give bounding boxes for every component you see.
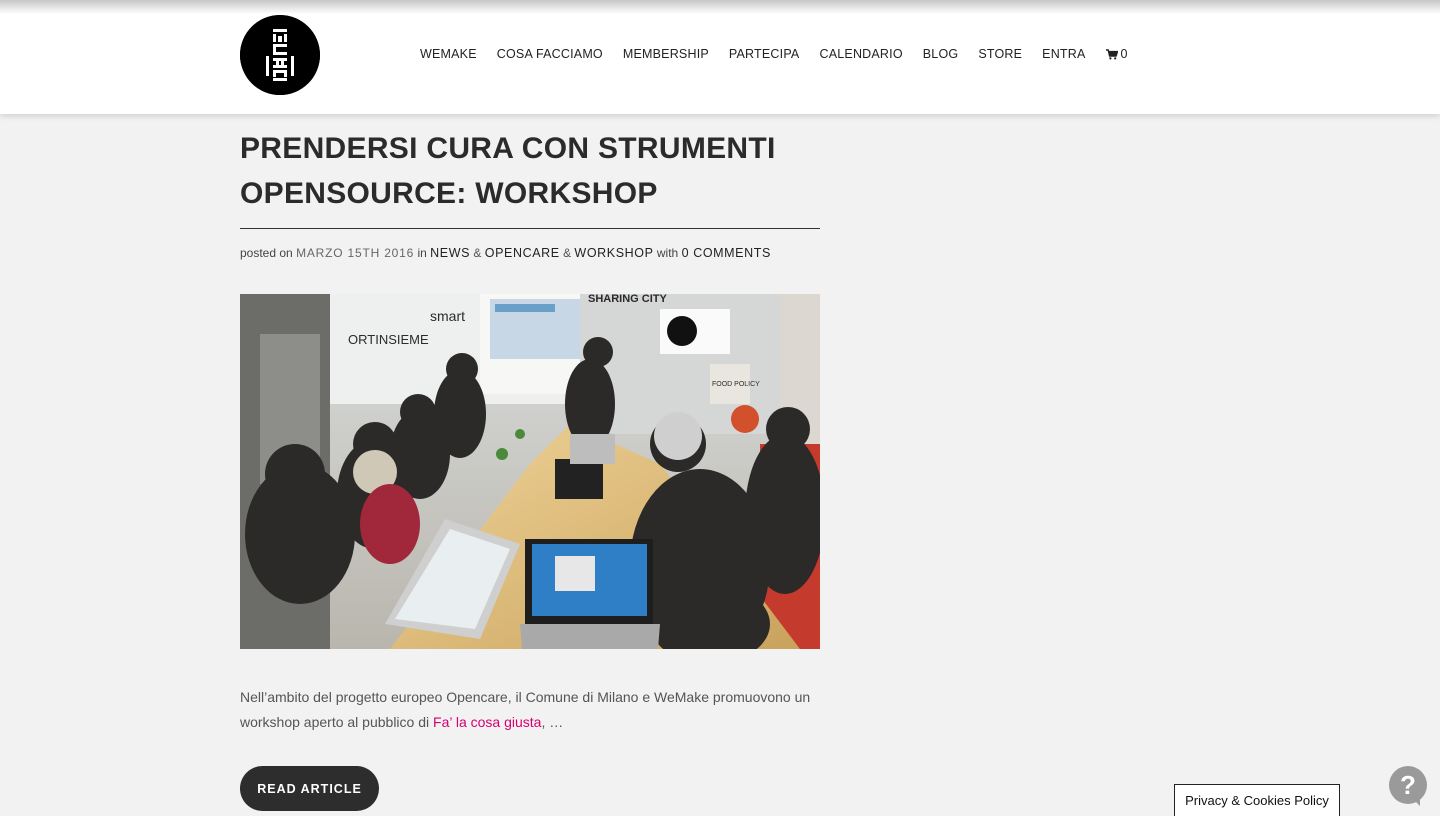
privacy-cookies-policy-button[interactable]: Privacy & Cookies Policy — [1174, 784, 1340, 816]
excerpt-link-fa-la-cosa-giusta[interactable]: Fa’ la cosa giusta — [433, 714, 541, 730]
post-title-line-2: OPENSOURCE: WORKSHOP — [240, 177, 658, 210]
help-icon[interactable]: ? — [1389, 766, 1427, 804]
nav-item-partecipa[interactable]: PARTECIPA — [729, 47, 800, 61]
nav-item-wemake[interactable]: WEMAKE — [420, 47, 477, 61]
sign-sharing-city: SHARING CITY — [588, 294, 668, 305]
main-nav: WEMAKE COSA FACCIAMO MEMBERSHIP PARTECIP… — [420, 47, 1128, 61]
meta-posted-on: posted on — [240, 246, 293, 260]
post-featured-image[interactable]: SHARING CITY smart ORTINSIEME FOOD POLIC… — [240, 294, 820, 649]
meta-with: with — [656, 246, 679, 260]
excerpt-ellipsis: , … — [541, 714, 564, 730]
cart-link[interactable]: 0 — [1105, 47, 1128, 61]
meta-ampersand: & — [563, 246, 572, 260]
cart-icon — [1105, 48, 1118, 59]
nav-item-calendario[interactable]: CALENDARIO — [819, 47, 902, 61]
sign-food-policy: FOOD POLICY — [712, 381, 760, 388]
nav-item-cosa-facciamo[interactable]: COSA FACCIAMO — [497, 47, 603, 61]
meta-ampersand: & — [473, 246, 482, 260]
read-article-button[interactable]: READ ARTICLE — [240, 766, 379, 811]
nav-item-store[interactable]: STORE — [978, 47, 1022, 61]
post-meta: posted on MARZO 15TH 2016 in NEWS & OPEN… — [240, 246, 820, 260]
nav-item-blog[interactable]: BLOG — [923, 47, 959, 61]
sign-smart: smart — [430, 308, 465, 324]
header-shadow — [0, 0, 1440, 14]
post-date: MARZO 15TH 2016 — [296, 246, 415, 260]
cart-count: 0 — [1120, 47, 1128, 61]
wemake-logo[interactable] — [240, 15, 320, 95]
title-divider — [240, 228, 820, 229]
post-excerpt: Nell’ambito del progetto europeo Opencar… — [240, 685, 820, 735]
category-link-opencare[interactable]: OPENCARE — [485, 246, 560, 260]
nav-item-entra[interactable]: ENTRA — [1042, 47, 1085, 61]
category-link-news[interactable]: NEWS — [430, 246, 470, 260]
site-header: WEMAKE COSA FACCIAMO MEMBERSHIP PARTECIP… — [0, 0, 1440, 114]
wemake-logo-icon — [240, 15, 320, 95]
sign-ortinsieme: ORTINSIEME — [348, 332, 429, 347]
meta-in: in — [417, 246, 427, 260]
help-bubble-tail — [1410, 796, 1420, 806]
post-title-line-1: PRENDERSI CURA CON STRUMENTI — [240, 132, 776, 165]
post-title[interactable]: PRENDERSI CURA CON STRUMENTI OPENSOURCE:… — [240, 126, 820, 216]
comments-link[interactable]: 0 COMMENTS — [682, 246, 771, 260]
category-link-workshop[interactable]: WORKSHOP — [574, 246, 653, 260]
post-article: PRENDERSI CURA CON STRUMENTI OPENSOURCE:… — [240, 114, 820, 735]
workshop-photo-icon: SHARING CITY smart ORTINSIEME FOOD POLIC… — [240, 294, 820, 649]
nav-item-membership[interactable]: MEMBERSHIP — [623, 47, 709, 61]
